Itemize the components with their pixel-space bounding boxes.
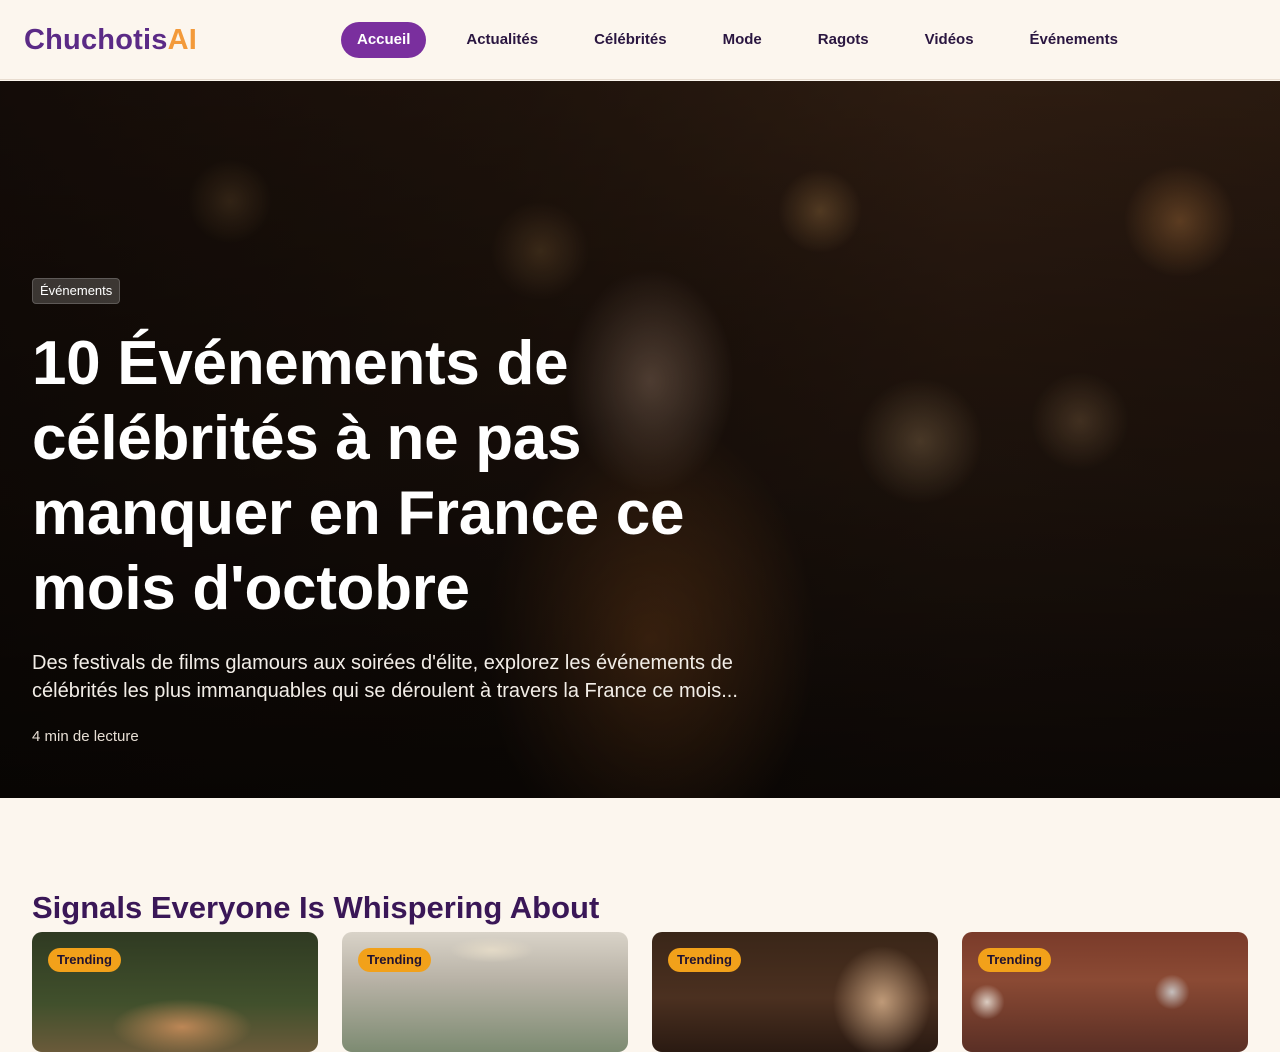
nav-item-actualites[interactable]: Actualités bbox=[466, 22, 538, 58]
nav-item-celebrites[interactable]: Célébrités bbox=[594, 22, 667, 58]
nav-item-evenements[interactable]: Événements bbox=[1030, 22, 1118, 58]
hero-title[interactable]: 10 Événements de célébrités à ne pas man… bbox=[32, 326, 732, 626]
trending-card[interactable]: Trending bbox=[32, 932, 318, 1052]
hero-category-badge[interactable]: Événements bbox=[32, 278, 121, 304]
trending-badge: Trending bbox=[668, 948, 741, 972]
logo-text-accent: AI bbox=[167, 24, 197, 56]
nav-item-accueil[interactable]: Accueil bbox=[341, 22, 427, 58]
nav-item-videos[interactable]: Vidéos bbox=[925, 22, 974, 58]
trending-cards-row: Trending Trending Trending Trending bbox=[32, 932, 1248, 1052]
trending-badge: Trending bbox=[48, 948, 121, 972]
hero-read-time: 4 min de lecture bbox=[32, 728, 139, 745]
logo-text-primary: Chuchotis bbox=[24, 24, 168, 56]
hero-featured-article[interactable]: Événements 10 Événements de célébrités à… bbox=[0, 81, 1280, 798]
main-nav: Accueil Actualités Célébrités Mode Ragot… bbox=[341, 22, 1118, 58]
top-navigation-bar: ChuchotisAI Accueil Actualités Célébrité… bbox=[0, 0, 1280, 80]
section-title-trending: Signals Everyone Is Whispering About bbox=[32, 889, 600, 925]
trending-card[interactable]: Trending bbox=[652, 932, 938, 1052]
trending-badge: Trending bbox=[978, 948, 1051, 972]
nav-item-mode[interactable]: Mode bbox=[723, 22, 762, 58]
site-logo[interactable]: ChuchotisAI bbox=[24, 22, 197, 58]
trending-card[interactable]: Trending bbox=[342, 932, 628, 1052]
hero-content: Événements 10 Événements de célébrités à… bbox=[32, 278, 852, 747]
nav-item-ragots[interactable]: Ragots bbox=[818, 22, 869, 58]
trending-card[interactable]: Trending bbox=[962, 932, 1248, 1052]
hero-description: Des festivals de films glamours aux soir… bbox=[32, 652, 738, 702]
trending-badge: Trending bbox=[358, 948, 431, 972]
